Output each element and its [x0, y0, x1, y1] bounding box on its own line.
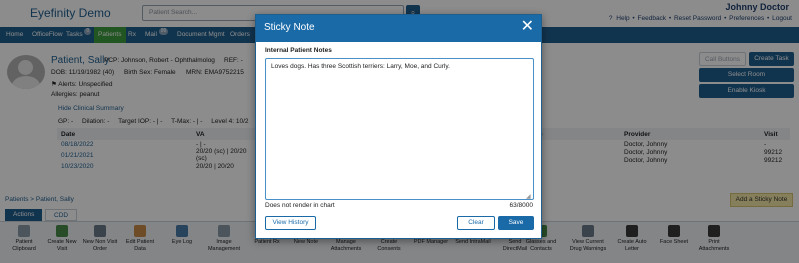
- dialog-title: Sticky Note: [264, 22, 315, 33]
- close-icon[interactable]: ✕: [521, 18, 534, 36]
- resize-handle-icon[interactable]: ◢: [526, 193, 533, 200]
- clear-button[interactable]: Clear: [457, 216, 495, 230]
- render-hint: Does not render in chart: [265, 202, 335, 209]
- notes-label: Internal Patient Notes: [265, 47, 332, 54]
- character-count: 63/8000: [509, 202, 534, 209]
- dialog-header: Sticky Note ✕: [256, 15, 541, 42]
- view-history-button[interactable]: View History: [265, 216, 316, 230]
- patient-notes-textarea[interactable]: Loves dogs. Has three Scottish terriers:…: [265, 58, 534, 200]
- save-button[interactable]: Save: [498, 216, 534, 230]
- sticky-note-dialog: Sticky Note ✕ Internal Patient Notes Lov…: [255, 14, 542, 239]
